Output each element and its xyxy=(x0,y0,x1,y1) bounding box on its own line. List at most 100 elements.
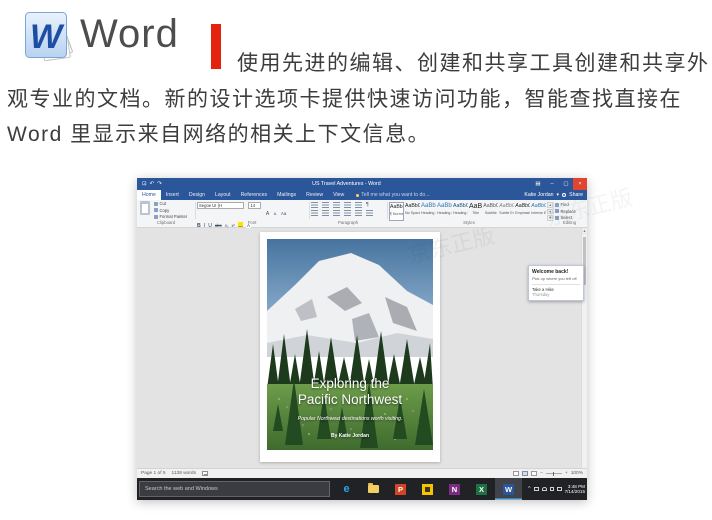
battery-icon[interactable] xyxy=(534,487,539,491)
style-subtitle[interactable]: AaBbCcDSubtitle xyxy=(483,202,498,221)
close-icon[interactable]: × xyxy=(573,178,587,190)
line-spacing-icon[interactable] xyxy=(355,210,362,216)
tab-mailings[interactable]: Mailings xyxy=(272,190,301,200)
word-icon: W xyxy=(503,484,514,495)
clock-date: 7/14/2015 xyxy=(565,489,585,494)
user-name[interactable]: Katie Jordan xyxy=(524,192,553,198)
paste-icon[interactable] xyxy=(140,201,150,215)
document-page[interactable]: Exploring the Pacific Northwest Popular … xyxy=(260,232,440,462)
align-right-icon[interactable] xyxy=(333,210,340,216)
taskbar-onenote-button[interactable]: N xyxy=(441,478,468,500)
web-layout-icon[interactable] xyxy=(531,471,537,476)
minimize-icon[interactable]: – xyxy=(545,178,559,190)
pilcrow-icon[interactable]: ¶ xyxy=(366,202,369,208)
zoom-level[interactable]: 100% xyxy=(571,471,583,476)
title-bar: ⊡ ↶ ↷ US Travel Adventures - Word ▤ – ▢ … xyxy=(137,178,587,190)
increase-indent-icon[interactable] xyxy=(355,202,362,208)
network-icon[interactable] xyxy=(542,487,547,491)
tab-references[interactable]: References xyxy=(236,190,273,200)
taskbar-excel-button[interactable]: X xyxy=(468,478,495,500)
taskbar-yellow-app-button[interactable] xyxy=(414,478,441,500)
cover-byline: By Katie Jordan xyxy=(267,433,433,439)
tab-design[interactable]: Design xyxy=(184,190,210,200)
word-count[interactable]: 1138 words xyxy=(172,471,196,476)
align-left-icon[interactable] xyxy=(311,210,318,216)
editing-group: Find Replace Select xyxy=(555,202,576,220)
system-tray: ^ 3:48 PM 7/14/2015 xyxy=(528,478,585,500)
style-subtle-emphasis[interactable]: AaBbCcDdSubtle Em... xyxy=(499,202,514,221)
user-dropdown-icon[interactable]: ▾ xyxy=(557,192,560,198)
format-painter-button[interactable]: Format Painter xyxy=(154,214,187,219)
replace-button[interactable]: Replace xyxy=(555,209,576,214)
decrease-indent-icon[interactable] xyxy=(344,202,351,208)
account-area: Katie Jordan ▾ Share xyxy=(524,190,587,200)
action-center-icon[interactable] xyxy=(557,487,562,491)
style-heading1[interactable]: AaBbCHeading 1 xyxy=(421,202,436,221)
grow-font-button[interactable]: A xyxy=(266,211,269,217)
tell-me-box[interactable]: Tell me what you want to do... xyxy=(356,190,429,200)
zoom-in-icon[interactable]: + xyxy=(565,471,568,476)
font-family-select[interactable]: Segoe UI (H xyxy=(197,202,244,209)
print-layout-icon[interactable] xyxy=(522,471,528,476)
align-center-icon[interactable] xyxy=(322,210,329,216)
ribbon-tab-row: Home Insert Design Layout References Mai… xyxy=(137,190,587,200)
style-emphasis[interactable]: AaBbCcDdEmphasis xyxy=(515,202,530,221)
style-heading3[interactable]: AaBbCcDHeading 3 xyxy=(453,202,468,221)
welcome-back-popup[interactable]: Welcome back! Pick up where you left off… xyxy=(528,265,584,301)
tab-review[interactable]: Review xyxy=(301,190,328,200)
copy-button[interactable]: Copy xyxy=(154,208,187,213)
volume-icon[interactable] xyxy=(550,487,554,491)
style-title[interactable]: AaBTitle xyxy=(469,202,482,221)
taskbar-file-explorer-button[interactable] xyxy=(360,478,387,500)
tray-caret-icon[interactable]: ^ xyxy=(528,486,531,492)
tab-insert[interactable]: Insert xyxy=(161,190,184,200)
taskbar-clock[interactable]: 3:48 PM 7/14/2015 xyxy=(565,484,585,494)
font-size-select[interactable]: 14 xyxy=(248,202,261,209)
vertical-scrollbar[interactable]: ▲ xyxy=(581,228,587,468)
taskbar-search-input[interactable]: Search the web and Windows xyxy=(139,481,330,497)
tab-home[interactable]: Home xyxy=(137,190,161,200)
style-intense-emphasis[interactable]: AaBbCcDdIntense E... xyxy=(531,202,546,221)
save-icon[interactable]: ⊡ xyxy=(142,178,147,190)
shrink-font-button[interactable]: A xyxy=(274,211,277,216)
borders-icon[interactable] xyxy=(366,210,373,216)
style-normal[interactable]: AaBbCcDc¶ Normal xyxy=(389,202,404,221)
popup-title: Welcome back! xyxy=(532,269,580,275)
taskbar-word-button[interactable]: W xyxy=(495,478,522,500)
tab-view[interactable]: View xyxy=(328,190,349,200)
document-area: 京东正版 xyxy=(137,228,587,468)
zoom-slider[interactable] xyxy=(546,473,562,474)
proofing-icon[interactable] xyxy=(202,471,208,476)
undo-icon[interactable]: ↶ xyxy=(150,178,155,190)
maximize-icon[interactable]: ▢ xyxy=(559,178,573,190)
file-explorer-icon xyxy=(368,485,379,493)
popup-item-day: Thursday xyxy=(532,292,580,297)
change-case-button[interactable]: Aa xyxy=(281,211,287,216)
page-indicator[interactable]: Page 1 of 5 xyxy=(141,471,166,476)
style-heading2[interactable]: AaBbCcCHeading 2 xyxy=(437,202,452,221)
tab-layout[interactable]: Layout xyxy=(210,190,236,200)
cut-button[interactable]: Cut xyxy=(154,201,187,206)
scrollbar-up-icon[interactable]: ▲ xyxy=(582,228,587,235)
bullets-icon[interactable] xyxy=(311,202,318,208)
multilevel-list-icon[interactable] xyxy=(333,202,340,208)
zoom-slider-thumb[interactable] xyxy=(553,472,555,476)
status-bar: Page 1 of 5 1138 words – + 100% xyxy=(137,468,587,478)
taskbar-edge-button[interactable]: e xyxy=(333,478,360,500)
numbering-icon[interactable] xyxy=(322,202,329,208)
cover-title-line1: Exploring the xyxy=(267,376,433,391)
edge-icon: e xyxy=(343,483,349,495)
read-mode-icon[interactable] xyxy=(513,471,519,476)
style-no-spacing[interactable]: AaBbCcDcNo Spacing xyxy=(405,202,420,221)
ribbon-display-options-icon[interactable]: ▤ xyxy=(531,178,545,190)
find-button[interactable]: Find xyxy=(555,202,576,207)
taskbar-powerpoint-button[interactable]: P xyxy=(387,478,414,500)
zoom-out-icon[interactable]: – xyxy=(540,471,543,476)
person-icon xyxy=(562,193,566,197)
paragraph-group: ¶ xyxy=(311,202,385,218)
select-icon xyxy=(555,216,559,220)
copy-icon xyxy=(154,208,158,212)
word-logo-icon: W xyxy=(25,12,73,64)
justify-icon[interactable] xyxy=(344,210,351,216)
share-button[interactable]: Share xyxy=(569,192,583,198)
